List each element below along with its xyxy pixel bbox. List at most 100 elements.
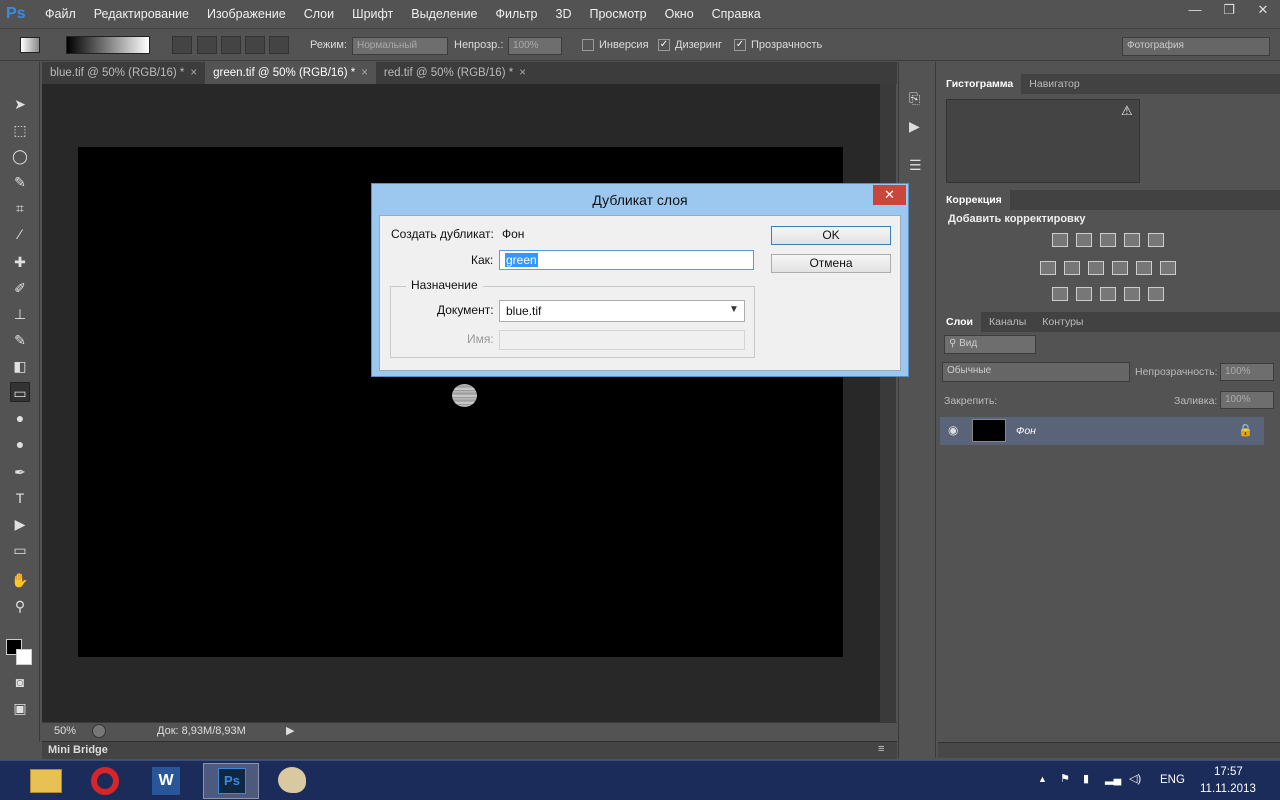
- transparency-checkbox[interactable]: ✓: [734, 39, 746, 51]
- properties-panel-icon[interactable]: ☰: [909, 157, 922, 174]
- blend-mode-select[interactable]: Обычные: [942, 362, 1130, 382]
- tray-network-icon[interactable]: ▂▄: [1105, 772, 1121, 785]
- eraser-tool-icon[interactable]: ◧: [10, 356, 30, 376]
- vertical-scrollbar[interactable]: [880, 84, 896, 722]
- tab-close-icon[interactable]: ×: [190, 67, 197, 79]
- photo-filter-icon[interactable]: [1112, 261, 1128, 275]
- angle-gradient-button[interactable]: [221, 36, 241, 54]
- gradient-tool-icon[interactable]: ▭: [10, 382, 30, 402]
- menu-help[interactable]: Справка: [703, 0, 770, 28]
- move-tool-icon[interactable]: ➤: [10, 94, 30, 114]
- vibrance-icon[interactable]: [1148, 233, 1164, 247]
- status-arrow-icon[interactable]: ▶: [286, 724, 294, 737]
- hand-tool-icon[interactable]: ✋: [10, 570, 30, 590]
- linear-gradient-button[interactable]: [172, 36, 192, 54]
- healing-brush-tool-icon[interactable]: ✚: [10, 252, 30, 272]
- zoom-level[interactable]: 50%: [54, 725, 76, 737]
- close-window-button[interactable]: ✕: [1246, 0, 1280, 20]
- posterize-icon[interactable]: [1076, 287, 1092, 301]
- black-white-icon[interactable]: [1088, 261, 1104, 275]
- tray-power-icon[interactable]: ▮: [1083, 772, 1089, 785]
- layer-filter-select[interactable]: ⚲ Вид: [944, 335, 1036, 354]
- tab-channels[interactable]: Каналы: [981, 312, 1034, 332]
- pen-tool-icon[interactable]: ✒: [10, 462, 30, 482]
- tab-histogram[interactable]: Гистограмма: [938, 74, 1022, 94]
- layer-name[interactable]: Фон: [1016, 425, 1036, 437]
- color-balance-icon[interactable]: [1064, 261, 1080, 275]
- menu-layers[interactable]: Слои: [295, 0, 343, 28]
- dither-checkbox[interactable]: ✓: [658, 39, 670, 51]
- color-lookup-icon[interactable]: [1160, 261, 1176, 275]
- quick-select-tool-icon[interactable]: ✎: [10, 172, 30, 192]
- panel-menu-icon[interactable]: ≡: [878, 743, 884, 755]
- menu-view[interactable]: Просмотр: [581, 0, 656, 28]
- tab-close-icon[interactable]: ×: [519, 67, 526, 79]
- diamond-gradient-button[interactable]: [269, 36, 289, 54]
- tab-blue[interactable]: blue.tif @ 50% (RGB/16) * ×: [42, 62, 205, 84]
- mini-bridge-tab[interactable]: Mini Bridge: [48, 744, 108, 756]
- eyedropper-tool-icon[interactable]: ⁄: [10, 224, 30, 244]
- mode-select[interactable]: Нормальный: [352, 37, 448, 55]
- tab-paths[interactable]: Контуры: [1034, 312, 1091, 332]
- opera-taskbar-button[interactable]: [78, 763, 134, 799]
- paint-taskbar-button[interactable]: [264, 763, 320, 799]
- actions-panel-icon[interactable]: ▶: [909, 118, 920, 135]
- tray-arrow-icon[interactable]: ▲: [1038, 774, 1047, 784]
- gradient-picker[interactable]: [66, 36, 150, 54]
- tray-flag-icon[interactable]: ⚑: [1060, 772, 1070, 785]
- channel-mixer-icon[interactable]: [1136, 261, 1152, 275]
- selective-color-icon[interactable]: [1124, 287, 1140, 301]
- menu-window[interactable]: Окно: [656, 0, 703, 28]
- tab-close-icon[interactable]: ×: [361, 67, 368, 79]
- document-select[interactable]: blue.tif ▼: [499, 300, 745, 322]
- menu-select[interactable]: Выделение: [402, 0, 486, 28]
- zoom-tool-icon[interactable]: ⚲: [10, 596, 30, 616]
- dodge-tool-icon[interactable]: ●: [10, 434, 30, 454]
- exposure-icon[interactable]: [1124, 233, 1140, 247]
- invert-icon[interactable]: [1052, 287, 1068, 301]
- fill-input[interactable]: 100%: [1220, 391, 1274, 409]
- dialog-close-button[interactable]: ✕: [873, 185, 906, 205]
- clock-date[interactable]: 11.11.2013: [1200, 783, 1256, 795]
- radial-gradient-button[interactable]: [197, 36, 217, 54]
- menu-file[interactable]: Файл: [36, 0, 85, 28]
- history-panel-icon[interactable]: ⎘: [909, 90, 920, 107]
- ok-button[interactable]: OK: [771, 226, 891, 245]
- reflected-gradient-button[interactable]: [245, 36, 265, 54]
- levels-icon[interactable]: [1076, 233, 1092, 247]
- tab-layers[interactable]: Слои: [938, 312, 981, 332]
- type-tool-icon[interactable]: T: [10, 488, 30, 508]
- quick-mask-icon[interactable]: ◙: [10, 672, 30, 692]
- explorer-taskbar-button[interactable]: [18, 763, 74, 799]
- crop-tool-icon[interactable]: ⌗: [10, 198, 30, 218]
- cancel-button[interactable]: Отмена: [771, 254, 891, 273]
- clock-time[interactable]: 17:57: [1214, 766, 1243, 778]
- brush-tool-icon[interactable]: ✐: [10, 278, 30, 298]
- gradient-map-icon[interactable]: [1148, 287, 1164, 301]
- opacity-input[interactable]: 100%: [508, 37, 562, 55]
- path-select-tool-icon[interactable]: ▶: [10, 514, 30, 534]
- menu-image[interactable]: Изображение: [198, 0, 295, 28]
- restore-button[interactable]: ❐: [1212, 0, 1246, 20]
- curves-icon[interactable]: [1100, 233, 1116, 247]
- status-menu-icon[interactable]: [92, 724, 106, 738]
- history-brush-tool-icon[interactable]: ✎: [10, 330, 30, 350]
- minimize-button[interactable]: —: [1178, 0, 1212, 20]
- workspace-select[interactable]: Фотография: [1122, 37, 1270, 56]
- tab-navigator[interactable]: Навигатор: [1021, 74, 1087, 94]
- brightness-icon[interactable]: [1052, 233, 1068, 247]
- blur-tool-icon[interactable]: ●: [10, 408, 30, 428]
- stamp-tool-icon[interactable]: ⊥: [10, 304, 30, 324]
- language-indicator[interactable]: ENG: [1160, 774, 1185, 786]
- tray-volume-icon[interactable]: ◁): [1129, 772, 1141, 785]
- background-color-swatch[interactable]: [16, 649, 32, 665]
- menu-filter[interactable]: Фильтр: [487, 0, 547, 28]
- word-taskbar-button[interactable]: W: [138, 763, 194, 799]
- shape-tool-icon[interactable]: ▭: [10, 540, 30, 560]
- menu-3d[interactable]: 3D: [547, 0, 581, 28]
- inverse-checkbox[interactable]: [582, 39, 594, 51]
- hue-saturation-icon[interactable]: [1040, 261, 1056, 275]
- photoshop-taskbar-button[interactable]: Ps: [203, 763, 259, 799]
- tool-preset-icon[interactable]: [20, 37, 40, 53]
- marquee-tool-icon[interactable]: ⬚: [10, 120, 30, 140]
